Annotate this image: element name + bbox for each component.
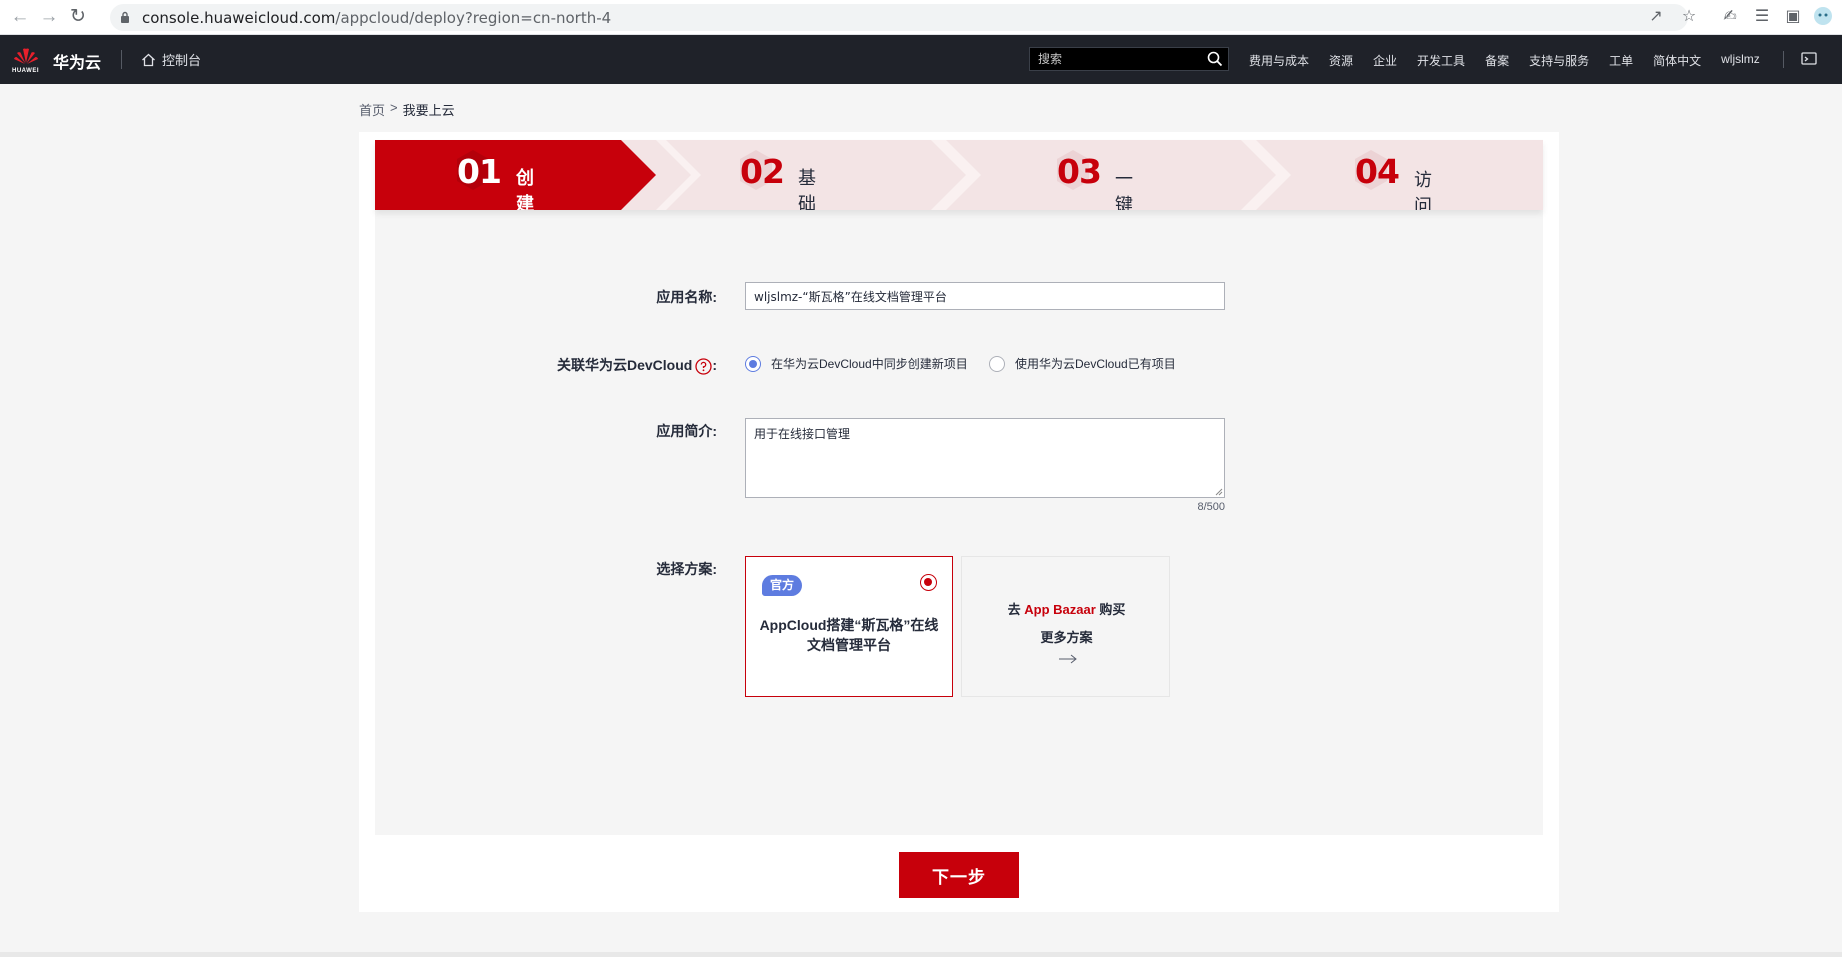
step-1-number: 01 — [457, 152, 502, 191]
more-plans-card[interactable]: 去 App Bazaar 购买 更多方案 — [961, 556, 1170, 697]
star-icon[interactable]: ☆ — [1678, 6, 1700, 28]
plan-label: 选择方案: — [656, 561, 717, 577]
radio-button-selected[interactable] — [745, 355, 761, 372]
more-suffix: 购买 — [1095, 602, 1126, 617]
plan-radio-selected[interactable] — [920, 574, 937, 591]
nav-item-enterprise[interactable]: 企业 — [1373, 52, 1397, 69]
console-label: 控制台 — [162, 53, 202, 68]
console-link[interactable]: 控制台 — [141, 50, 201, 69]
header-search[interactable] — [1029, 47, 1229, 71]
share-icon[interactable]: ↗ — [1645, 6, 1667, 28]
url-text: console.huaweicloud.com/appcloud/deploy?… — [142, 9, 612, 27]
step-2-number: 02 — [740, 152, 785, 191]
radio-use-existing-project[interactable]: 使用华为云DevCloud已有项目 — [989, 355, 1176, 372]
user-menu[interactable]: wljslmz — [1721, 52, 1760, 69]
header-nav: 费用与成本 资源 企业 开发工具 备案 支持与服务 工单 简体中文 wljslm… — [1249, 52, 1760, 69]
nav-item-tickets[interactable]: 工单 — [1609, 52, 1633, 69]
radio-use-existing-label: 使用华为云DevCloud已有项目 — [1015, 357, 1176, 371]
radio-create-new-project[interactable]: 在华为云DevCloud中同步创建新项目 — [745, 355, 968, 372]
nav-item-language[interactable]: 简体中文 — [1653, 52, 1701, 69]
next-step-button[interactable]: 下一步 — [899, 852, 1019, 898]
step-4-label: 访问应用 — [1414, 170, 1432, 210]
nav-item-resources[interactable]: 资源 — [1329, 52, 1353, 69]
reading-list-icon[interactable]: ☰ — [1751, 6, 1773, 28]
plan-title: AppCloud搭建“斯瓦格”在线文档管理平台 — [759, 617, 939, 653]
app-name-label: 应用名称: — [656, 289, 717, 305]
plan-card-official[interactable]: 官方 AppCloud搭建“斯瓦格”在线文档管理平台 — [745, 556, 953, 697]
step-3-label: 一键部署 — [1115, 169, 1133, 210]
page-bottom-edge — [0, 952, 1842, 957]
resize-handle-icon[interactable] — [1215, 488, 1223, 496]
top-header: HUAWEI 华为云 控制台 费用与成本 资源 企业 开发工具 备案 支持与服务… — [0, 35, 1842, 84]
devcloud-colon: : — [712, 357, 717, 373]
arrow-right-icon — [1059, 654, 1077, 664]
more-prefix: 去 — [1007, 602, 1025, 617]
nav-item-filing[interactable]: 备案 — [1485, 52, 1509, 69]
forward-icon[interactable]: → — [37, 5, 61, 29]
official-badge: 官方 — [762, 575, 802, 596]
breadcrumb: 首页 > 我要上云 — [359, 100, 455, 119]
step-progress-bar: 01 创建应用 02 基础设置 03 一键部署 04 访问应用 — [375, 140, 1543, 210]
address-bar[interactable]: console.huaweicloud.com/appcloud/deploy?… — [110, 4, 1688, 31]
description-label: 应用简介: — [656, 423, 717, 439]
side-panel-icon[interactable]: ▣ — [1782, 6, 1804, 28]
step-3-number: 03 — [1057, 152, 1102, 191]
app-name-input[interactable] — [745, 282, 1225, 310]
nav-item-billing[interactable]: 费用与成本 — [1249, 52, 1309, 69]
lock-icon — [121, 11, 129, 23]
step-2-label: 基础设置 — [798, 168, 816, 210]
breadcrumb-current: 我要上云 — [402, 103, 455, 118]
devcloud-label: 关联华为云DevCloud — [556, 357, 693, 373]
message-icon[interactable] — [1800, 50, 1818, 68]
home-icon — [142, 53, 155, 66]
profile-avatar-icon[interactable] — [1812, 6, 1834, 28]
browser-toolbar: ← → ↻ console.huaweicloud.com/appcloud/d… — [0, 0, 1842, 35]
extensions-icon[interactable]: ✍ — [1719, 6, 1741, 28]
radio-button[interactable] — [989, 355, 1005, 372]
reload-icon[interactable]: ↻ — [66, 5, 90, 29]
search-input[interactable] — [1038, 51, 1198, 67]
step-1-label: 创建应用 — [516, 168, 534, 210]
search-icon[interactable] — [1207, 51, 1223, 67]
breadcrumb-home[interactable]: 首页 — [359, 100, 385, 119]
header-divider — [121, 50, 122, 69]
step-4-number: 04 — [1355, 152, 1400, 191]
devcloud-label-row: 关联华为云DevCloud: — [540, 355, 717, 375]
header-divider — [1783, 51, 1784, 68]
more-plans-line2: 更多方案 — [1040, 630, 1093, 645]
app-bazaar-link[interactable]: App Bazaar — [1024, 602, 1096, 617]
description-textarea[interactable]: 用于在线接口管理 — [745, 418, 1225, 498]
help-icon[interactable] — [695, 358, 712, 375]
nav-item-support[interactable]: 支持与服务 — [1529, 52, 1589, 69]
nav-item-devtools[interactable]: 开发工具 — [1417, 52, 1465, 69]
description-char-counter: 8/500 — [1197, 501, 1225, 513]
brand-name[interactable]: 华为云 — [53, 49, 101, 73]
huawei-logo-text: HUAWEI — [12, 68, 39, 74]
radio-create-new-label: 在华为云DevCloud中同步创建新项目 — [771, 357, 968, 371]
more-plans-line1: 去 App Bazaar 购买 — [962, 599, 1171, 618]
breadcrumb-separator: > — [390, 100, 398, 115]
back-icon[interactable]: ← — [8, 5, 32, 29]
